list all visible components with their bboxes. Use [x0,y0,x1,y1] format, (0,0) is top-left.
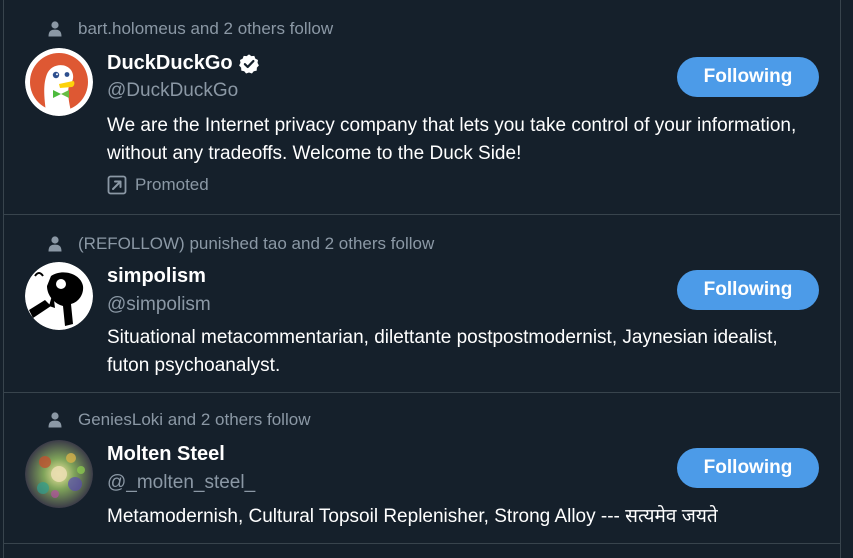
promoted-text: Promoted [135,175,209,194]
user-handle[interactable]: @simpolism [107,294,211,316]
social-context: (REFOLLOW) punished tao and 2 others fol… [48,234,435,254]
social-context-text: bart.holomeus and 2 others follow [78,19,334,38]
social-context: bart.holomeus and 2 others follow [48,19,334,39]
user-name[interactable]: simpolism [107,265,206,288]
person-icon [48,236,62,252]
who-to-follow-list: bart.holomeus and 2 others follow DuckDu… [3,0,841,558]
user-name[interactable]: DuckDuckGo [107,52,233,75]
user-bio: Metamodernish, Cultural Topsoil Replenis… [107,506,718,527]
user-name[interactable]: Molten Steel [107,443,225,466]
avatar[interactable] [25,262,93,330]
following-button[interactable]: Following [677,448,819,488]
user-handle[interactable]: @DuckDuckGo [107,80,238,102]
avatar-image [25,262,93,330]
user-handle[interactable]: @_molten_steel_ [107,472,255,494]
verified-badge-icon [238,53,259,74]
social-context: GeniesLoki and 2 others follow [48,410,311,430]
name-row: DuckDuckGo [107,52,260,75]
avatar-image [25,440,93,508]
promoted-label: Promoted [107,175,209,195]
social-context-text: (REFOLLOW) punished tao and 2 others fol… [78,234,435,253]
user-cell[interactable]: bart.holomeus and 2 others follow DuckDu… [4,0,840,215]
user-cell[interactable]: (REFOLLOW) punished tao and 2 others fol… [4,215,840,393]
person-icon [48,412,62,428]
user-cell[interactable]: GeniesLoki and 2 others follow Molten St… [4,393,840,544]
following-button[interactable]: Following [677,270,819,310]
promoted-arrow-icon [107,175,127,195]
name-row: simpolism [107,265,206,288]
avatar[interactable] [25,440,93,508]
avatar[interactable] [25,48,93,116]
person-icon [48,21,62,37]
following-button[interactable]: Following [677,57,819,97]
user-bio: Situational metacommentarian, dilettante… [107,327,778,376]
user-bio: We are the Internet privacy company that… [107,115,797,164]
duckduckgo-logo-icon [25,48,93,116]
social-context-text: GeniesLoki and 2 others follow [78,410,311,429]
name-row: Molten Steel [107,443,225,466]
